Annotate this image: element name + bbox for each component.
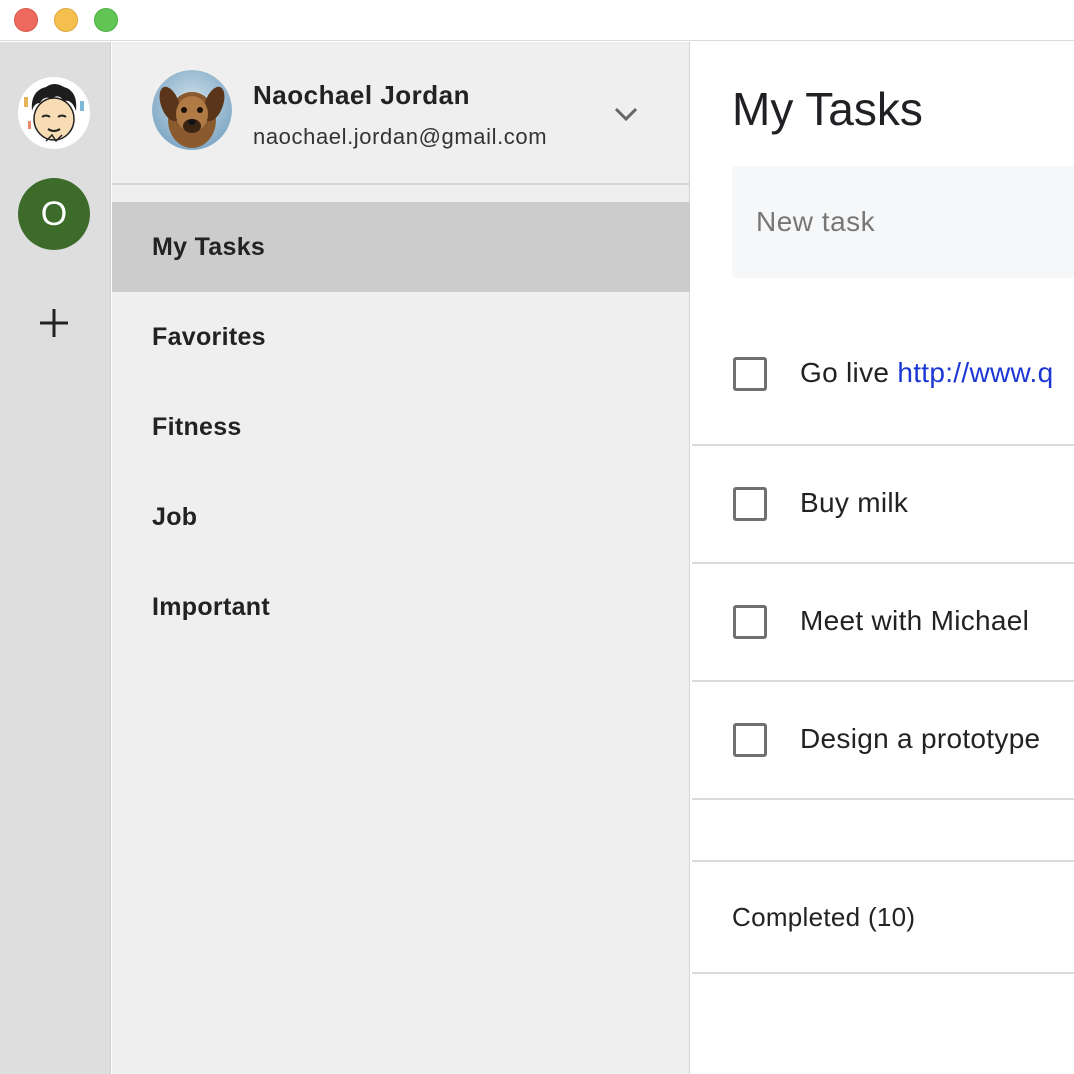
checkbox-icon[interactable]	[733, 487, 767, 521]
new-task-input[interactable]	[756, 166, 1074, 278]
plus-icon[interactable]	[34, 303, 74, 343]
task-lists-nav: My Tasks Favorites Fitness Job Important	[112, 202, 690, 652]
task-text: Buy milk	[800, 487, 909, 518]
sidebar: Naochael Jordan naochael.jordan@gmail.co…	[112, 42, 690, 1074]
task-text: Go live http://www.q	[800, 357, 1054, 388]
task-row[interactable]: Go live http://www.q	[692, 316, 1074, 446]
completed-label: Completed (10)	[732, 902, 916, 932]
account-badge[interactable]: O	[18, 178, 90, 250]
sidebar-item-fitness[interactable]: Fitness	[112, 382, 690, 472]
task-row[interactable]: Meet with Michael	[692, 564, 1074, 682]
profile-photo	[152, 70, 232, 150]
list-divider	[692, 800, 1074, 862]
sidebar-item-important[interactable]: Important	[112, 562, 690, 652]
task-row[interactable]: Buy milk	[692, 446, 1074, 564]
main-panel: My Tasks Go live http://www.q Buy milk M…	[692, 42, 1074, 1074]
completed-section[interactable]: Completed (10)	[692, 862, 1074, 974]
user-avatar-icon[interactable]	[18, 77, 90, 149]
account-email: naochael.jordan@gmail.com	[253, 124, 548, 149]
checkbox-icon[interactable]	[733, 357, 767, 391]
window-titlebar	[0, 0, 1074, 41]
window-minimize-button[interactable]	[54, 8, 78, 32]
task-text: Design a prototype	[800, 723, 1041, 754]
task-text: Meet with Michael	[800, 605, 1030, 636]
page-title: My Tasks	[732, 83, 923, 135]
task-row[interactable]: Design a prototype	[692, 682, 1074, 800]
checkbox-icon[interactable]	[733, 723, 767, 757]
new-task-box	[732, 166, 1074, 278]
chevron-down-icon[interactable]	[610, 98, 642, 130]
sidebar-item-job[interactable]: Job	[112, 472, 690, 562]
sidebar-item-favorites[interactable]: Favorites	[112, 292, 690, 382]
account-header[interactable]: Naochael Jordan naochael.jordan@gmail.co…	[112, 42, 690, 185]
account-rail: O	[0, 42, 111, 1074]
window-close-button[interactable]	[14, 8, 38, 32]
task-link[interactable]: http://www.q	[897, 357, 1053, 388]
account-name: Naochael Jordan	[253, 80, 471, 110]
sidebar-item-my-tasks[interactable]: My Tasks	[112, 202, 690, 292]
window-maximize-button[interactable]	[94, 8, 118, 32]
checkbox-icon[interactable]	[733, 605, 767, 639]
task-list: Go live http://www.q Buy milk Meet with …	[692, 316, 1074, 974]
